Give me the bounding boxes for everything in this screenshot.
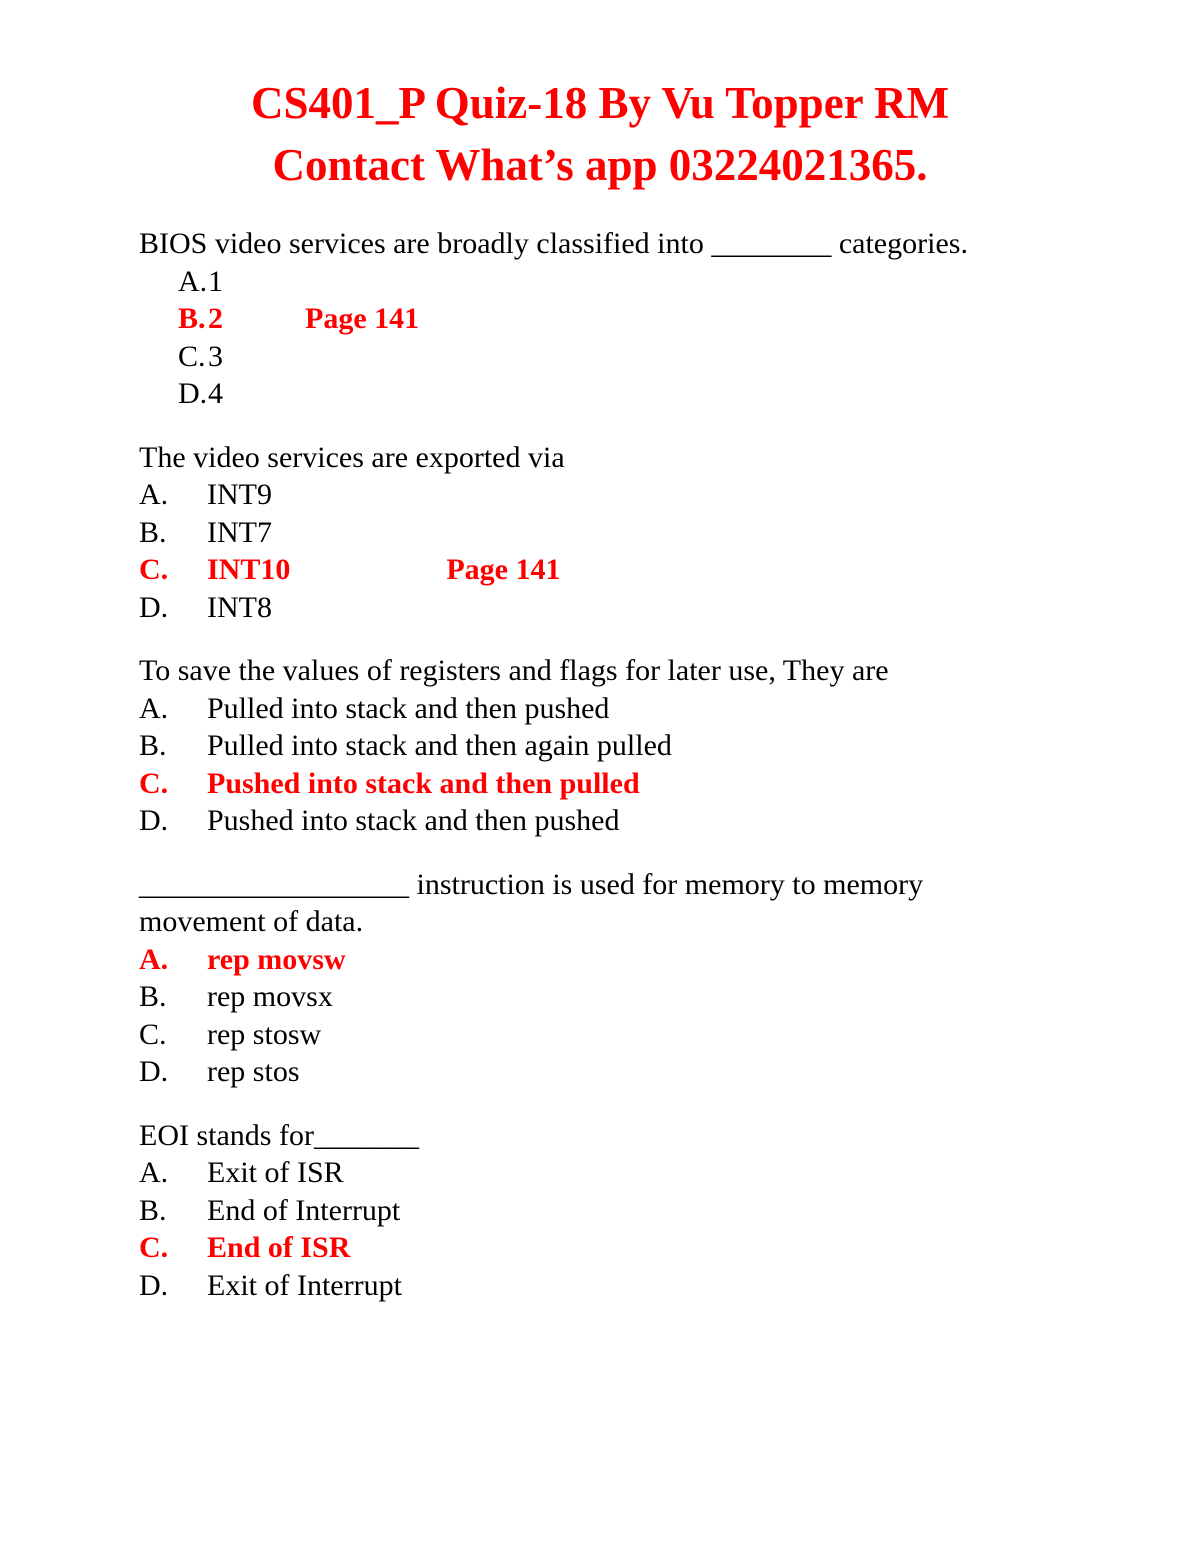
option-row[interactable]: D. INT8: [139, 589, 1139, 627]
option-letter: A.: [139, 478, 169, 511]
option-letter: C.: [139, 1231, 169, 1264]
option-row-correct[interactable]: C. Pushed into stack and then pulled: [139, 765, 1139, 803]
option-list: A. Pulled into stack and then pushed B. Pul…: [139, 690, 1139, 840]
option-letter: C.: [139, 553, 169, 586]
option-letter: D.: [178, 377, 208, 410]
option-row-correct[interactable]: B. 2 Page 141: [178, 300, 1139, 338]
answer-reference-note: Page 141: [446, 553, 561, 586]
option-text: 4: [208, 377, 223, 410]
option-text: INT8: [207, 590, 272, 624]
option-row[interactable]: B. rep movsx: [139, 978, 1139, 1016]
option-row[interactable]: B. End of Interrupt: [139, 1192, 1139, 1230]
option-row[interactable]: D. Pushed into stack and then pushed: [139, 802, 1139, 840]
option-letter: B.: [139, 980, 167, 1013]
option-row[interactable]: A. INT9: [139, 476, 1139, 514]
option-text: rep movsw: [207, 942, 346, 976]
option-row[interactable]: D. rep stos: [139, 1053, 1139, 1091]
question-block: __________________ instruction is used f…: [139, 866, 1139, 1091]
option-row[interactable]: A. Pulled into stack and then pushed: [139, 690, 1139, 728]
option-letter: A.: [178, 264, 208, 298]
option-text: End of Interrupt: [207, 1193, 401, 1227]
question-stem: BIOS video services are broadly classifi…: [139, 227, 968, 260]
question-stem: The video services are exported via: [139, 440, 565, 474]
option-list: A. rep movsw B. rep movsx C. rep stosw D. rep s…: [139, 941, 1139, 1091]
option-row[interactable]: C. rep stosw: [139, 1016, 1139, 1054]
option-row[interactable]: D. Exit of Interrupt: [139, 1267, 1139, 1305]
option-list: A. INT9 B. INT7 C. INT10 Page 141 D. INT8: [139, 476, 1139, 626]
page-title-line-1: CS401_P Quiz-18 By Vu Topper RM: [250, 78, 950, 128]
option-letter: B.: [139, 729, 167, 762]
option-letter: C.: [139, 766, 169, 800]
option-letter: D.: [139, 1268, 169, 1302]
option-letter: C.: [178, 339, 206, 373]
option-row-correct[interactable]: C. INT10 Page 141: [139, 551, 1139, 589]
option-text: INT7: [207, 515, 272, 549]
option-letter: B.: [178, 302, 206, 335]
answer-reference-note: Page 141: [305, 302, 420, 335]
option-text: End of ISR: [207, 1231, 351, 1264]
option-letter: D.: [139, 1055, 169, 1088]
option-text: INT9: [207, 478, 272, 511]
option-list: A. 1 B. 2 Page 141 C. 3 D. 4: [139, 263, 1139, 413]
quiz-body: BIOS video services are broadly classifi…: [139, 225, 1139, 1330]
option-row[interactable]: B. Pulled into stack and then again pulle…: [139, 727, 1139, 765]
option-letter: A.: [139, 942, 169, 976]
option-text: 3: [208, 339, 223, 373]
page-title: CS401_P Quiz-18 By Vu Topper RM Contact …: [0, 72, 1200, 196]
option-text: 1: [208, 264, 223, 298]
option-text: Pulled into stack and then again pulled: [207, 729, 672, 762]
option-text: 2: [208, 302, 223, 335]
option-text: rep movsx: [207, 980, 333, 1013]
question-block: EOI stands for_______ A. Exit of ISR B. End …: [139, 1117, 1139, 1305]
page-title-line-2: Contact What’s app 03224021365.: [272, 140, 928, 190]
question-stem: To save the values of registers and flag…: [139, 654, 889, 687]
option-letter: D.: [139, 590, 169, 624]
option-text: Pulled into stack and then pushed: [207, 691, 610, 725]
option-letter: D.: [139, 804, 169, 837]
option-row[interactable]: C. 3: [178, 338, 1139, 376]
option-letter: B.: [139, 515, 167, 549]
option-row[interactable]: A. Exit of ISR: [139, 1154, 1139, 1192]
option-row[interactable]: A. 1: [178, 263, 1139, 301]
question-stem: EOI stands for_______: [139, 1118, 419, 1152]
question-block: BIOS video services are broadly classifi…: [139, 225, 1139, 413]
question-stem: __________________ instruction is used f…: [139, 867, 924, 939]
option-list: A. Exit of ISR B. End of Interrupt C. End of …: [139, 1154, 1139, 1304]
question-block: The video services are exported via A. INT…: [139, 439, 1139, 627]
option-row[interactable]: D. 4: [178, 375, 1139, 413]
option-text: Pushed into stack and then pulled: [207, 766, 640, 800]
option-text: INT10: [207, 553, 291, 586]
option-text: rep stos: [207, 1055, 300, 1088]
option-letter: C.: [139, 1017, 167, 1051]
option-text: Exit of ISR: [207, 1156, 344, 1189]
document-page: CS401_P Quiz-18 By Vu Topper RM Contact …: [0, 0, 1200, 1553]
option-row[interactable]: B. INT7: [139, 514, 1139, 552]
option-text: rep stosw: [207, 1017, 322, 1051]
option-letter: B.: [139, 1193, 167, 1227]
option-row-correct[interactable]: C. End of ISR: [139, 1229, 1139, 1267]
option-letter: A.: [139, 691, 169, 725]
option-row-correct[interactable]: A. rep movsw: [139, 941, 1139, 979]
option-letter: A.: [139, 1156, 169, 1189]
question-block: To save the values of registers and flag…: [139, 652, 1139, 840]
option-text: Exit of Interrupt: [207, 1268, 402, 1302]
option-text: Pushed into stack and then pushed: [207, 804, 620, 837]
